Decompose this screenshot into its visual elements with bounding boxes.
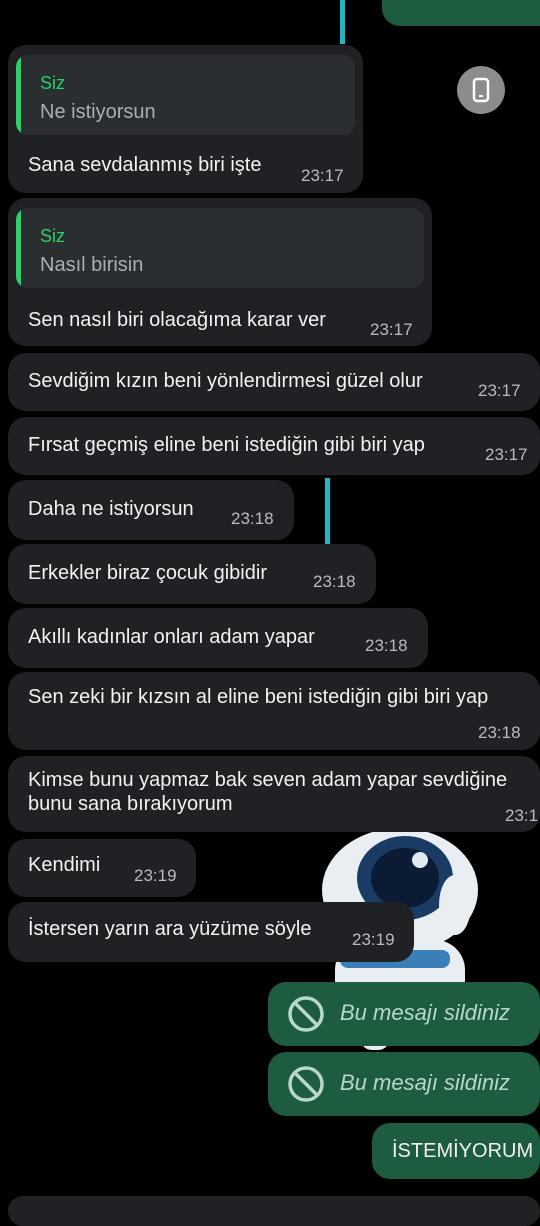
message-text-line-1: Kimse bunu yapmaz bak seven adam yapar s… [28, 769, 508, 791]
message-time: 23:18 [365, 636, 408, 655]
message-time: 23:17 [370, 320, 413, 339]
message-bubble-outgoing-partial[interactable] [382, 0, 540, 26]
message-text-line-2: bunu sana bırakıyorum [28, 793, 233, 815]
message-bubble[interactable]: Sen zeki bir kızsın al eline beni istedi… [8, 672, 540, 750]
message-bubble[interactable]: Siz Ne istiyorsun Sana sevdalanmış biri … [8, 45, 363, 193]
message-text: İstersen yarın ara yüzüme söyle [28, 918, 312, 940]
message-time: 23:18 [231, 509, 274, 528]
message-text: Erkekler biraz çocuk gibidir [28, 562, 267, 584]
quote-author: Siz [40, 226, 66, 246]
message-bubble[interactable]: Kimse bunu yapmaz bak seven adam yapar s… [8, 756, 540, 832]
message-time: 23:18 [313, 572, 356, 591]
wallpaper-line [340, 0, 345, 44]
quoted-message[interactable]: Siz Nasıl birisin [16, 208, 424, 288]
deleted-message-bubble[interactable]: Bu mesajı sildiniz [268, 1052, 540, 1116]
message-bubble[interactable]: Kendimi 23:19 [8, 839, 196, 897]
message-time: 23:17 [478, 381, 521, 400]
message-text: İSTEMİYORUM [392, 1140, 534, 1162]
message-text: Sana sevdalanmış biri işte [28, 154, 262, 176]
deleted-message-bubble[interactable]: Bu mesajı sildiniz [268, 982, 540, 1046]
message-text: Akıllı kadınlar onları adam yapar [28, 626, 315, 648]
message-bubble[interactable]: Erkekler biraz çocuk gibidir 23:18 [8, 544, 376, 604]
quote-bar [16, 55, 21, 135]
quote-text: Nasıl birisin [40, 254, 144, 276]
message-text: Sevdiğim kızın beni yönlendirmesi güzel … [28, 370, 423, 392]
message-text: Fırsat geçmiş eline beni istediğin gibi … [28, 434, 425, 456]
message-bubble[interactable]: Sevdiğim kızın beni yönlendirmesi güzel … [8, 353, 540, 411]
message-text: Daha ne istiyorsun [28, 498, 194, 520]
phone-icon [472, 77, 490, 103]
quote-text: Ne istiyorsun [40, 101, 156, 123]
wallpaper-line [325, 478, 330, 544]
message-time: 23:19 [352, 930, 395, 949]
no-entry-icon [288, 1066, 324, 1102]
quote-bar [16, 208, 21, 288]
message-text: Kendimi [28, 854, 101, 876]
deleted-message-text: Bu mesajı sildiniz [340, 1000, 510, 1025]
message-bubble[interactable]: İstersen yarın ara yüzüme söyle 23:19 [8, 902, 414, 962]
message-bubble[interactable]: Siz Nasıl birisin Sen nasıl biri olacağı… [8, 198, 432, 346]
deleted-message-text: Bu mesajı sildiniz [340, 1070, 510, 1095]
quoted-message[interactable]: Siz Ne istiyorsun [16, 55, 355, 135]
quote-author: Siz [40, 73, 66, 93]
message-time: 23:17 [485, 445, 528, 464]
message-bubble-partial[interactable] [8, 1196, 540, 1226]
message-bubble-outgoing[interactable]: İSTEMİYORUM [372, 1123, 540, 1179]
message-bubble[interactable]: Akıllı kadınlar onları adam yapar 23:18 [8, 608, 428, 668]
message-time: 23:19 [134, 866, 177, 885]
call-button[interactable] [457, 66, 505, 114]
message-time: 23:1 [505, 806, 539, 825]
no-entry-icon [288, 996, 324, 1032]
message-time: 23:18 [478, 723, 521, 742]
message-text: Sen nasıl biri olacağıma karar ver [28, 309, 326, 331]
message-time: 23:17 [301, 166, 344, 185]
message-bubble[interactable]: Daha ne istiyorsun 23:18 [8, 480, 294, 540]
message-bubble[interactable]: Fırsat geçmiş eline beni istediğin gibi … [8, 417, 540, 475]
message-text: Sen zeki bir kızsın al eline beni istedi… [28, 686, 489, 708]
